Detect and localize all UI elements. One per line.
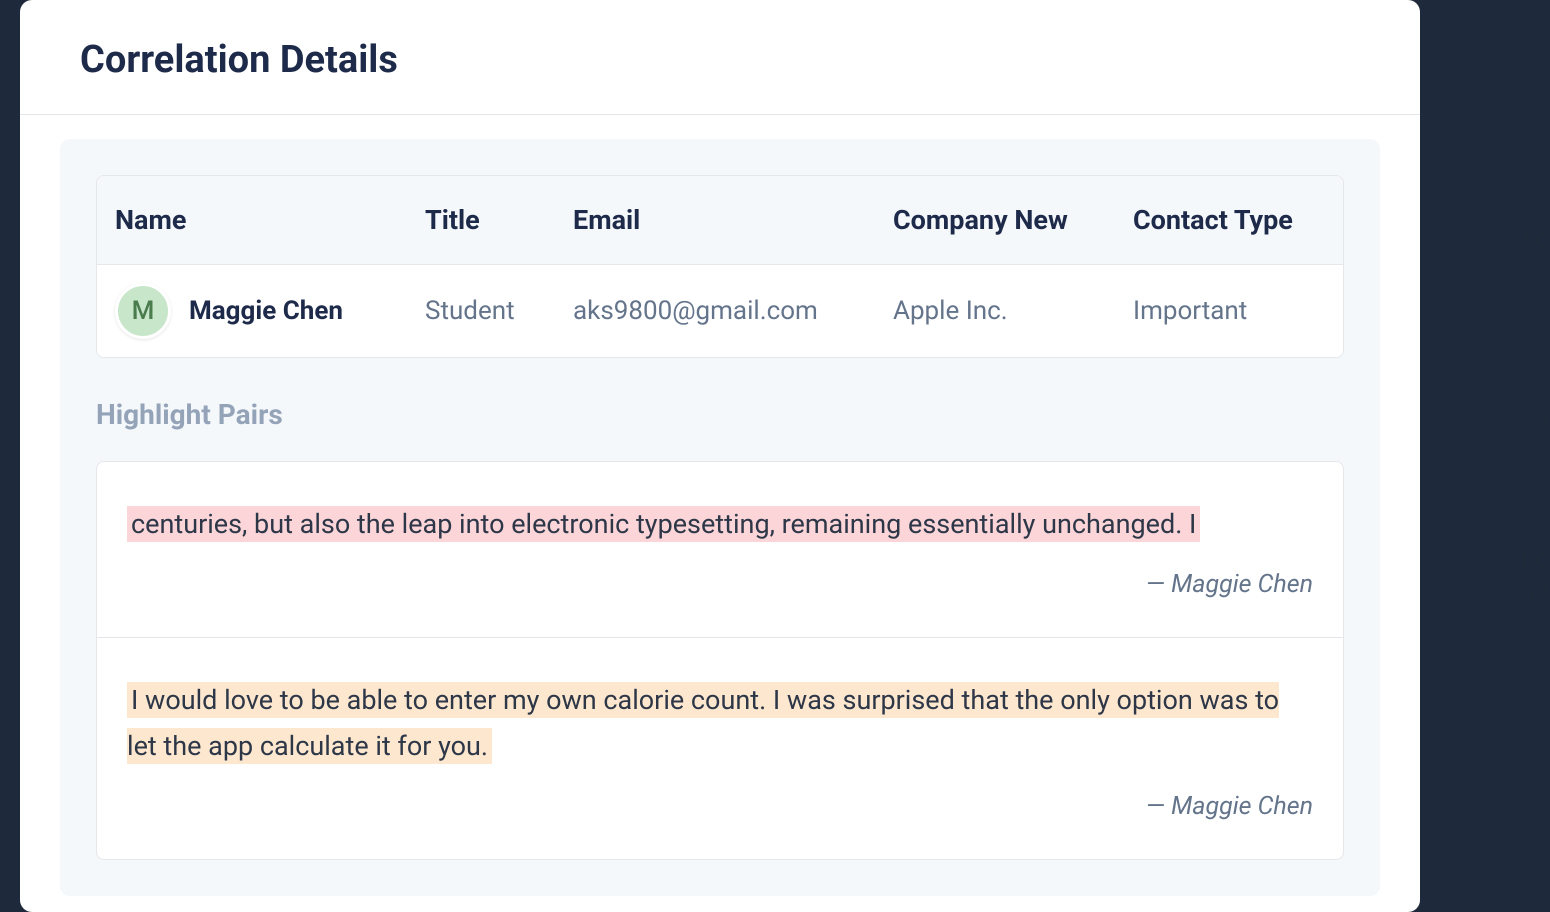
avatar: M bbox=[115, 283, 171, 339]
highlight-author: — Maggie Chen bbox=[127, 570, 1313, 599]
table-row[interactable]: M Maggie Chen Student aks9800@gmail.com … bbox=[97, 265, 1343, 357]
column-header-email: Email bbox=[573, 204, 893, 236]
modal-title: Correlation Details bbox=[80, 38, 1360, 82]
highlight-pair-item: I would love to be able to enter my own … bbox=[97, 638, 1343, 859]
highlighted-span: I would love to be able to enter my own … bbox=[127, 682, 1279, 764]
highlight-pairs-title: Highlight Pairs bbox=[96, 398, 1344, 431]
background-text-fragment: so bbox=[1522, 216, 1550, 263]
modal-body: Name Title Email Company New Contact Typ… bbox=[20, 115, 1420, 912]
modal-header: Correlation Details bbox=[20, 0, 1420, 115]
highlight-text: centuries, but also the leap into electr… bbox=[127, 502, 1313, 548]
contact-table: Name Title Email Company New Contact Typ… bbox=[96, 175, 1344, 358]
cell-company: Apple Inc. bbox=[893, 296, 1133, 326]
correlation-details-modal: Correlation Details Name Title Email Com… bbox=[20, 0, 1420, 912]
column-header-company: Company New bbox=[893, 204, 1133, 236]
background-text-fragment: a bbox=[1536, 398, 1550, 445]
column-header-name: Name bbox=[115, 204, 425, 236]
cell-name: M Maggie Chen bbox=[115, 283, 425, 339]
contact-name: Maggie Chen bbox=[189, 296, 343, 326]
background-text-fragment: t o bbox=[1520, 536, 1550, 583]
cell-email: aks9800@gmail.com bbox=[573, 296, 893, 326]
inner-panel: Name Title Email Company New Contact Typ… bbox=[60, 139, 1380, 896]
table-header-row: Name Title Email Company New Contact Typ… bbox=[97, 176, 1343, 265]
highlight-pairs-card: centuries, but also the leap into electr… bbox=[96, 461, 1344, 860]
highlight-pair-item: centuries, but also the leap into electr… bbox=[97, 462, 1343, 638]
highlighted-span: centuries, but also the leap into electr… bbox=[127, 506, 1200, 542]
highlight-text: I would love to be able to enter my own … bbox=[127, 678, 1313, 770]
background-text-fragment: gh bbox=[1521, 568, 1550, 615]
column-header-contact-type: Contact Type bbox=[1133, 204, 1325, 236]
column-header-title: Title bbox=[425, 204, 573, 236]
cell-contact-type: Important bbox=[1133, 296, 1325, 326]
cell-title: Student bbox=[425, 296, 573, 326]
highlight-author: — Maggie Chen bbox=[127, 792, 1313, 821]
